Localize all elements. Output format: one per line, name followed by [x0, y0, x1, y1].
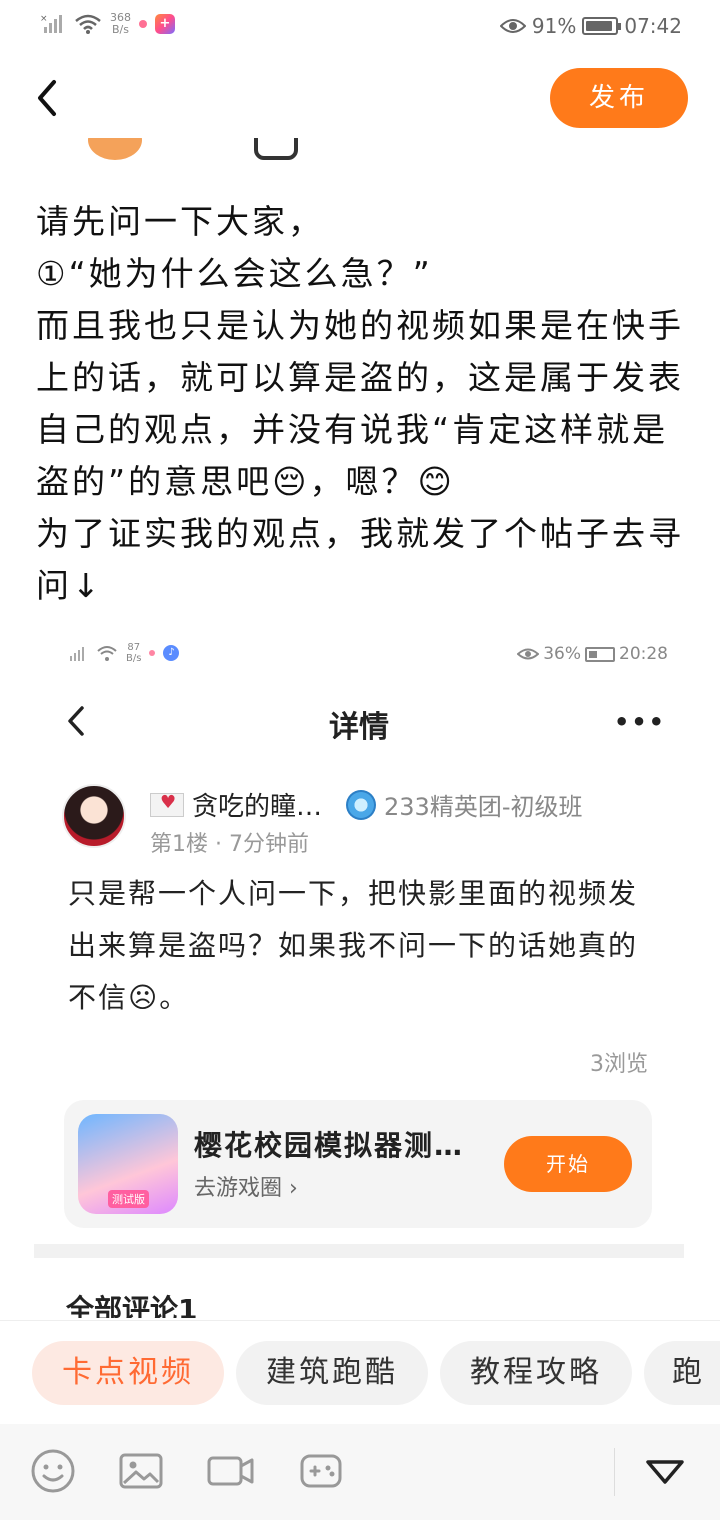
tag-chip[interactable]: 卡点视频 — [32, 1341, 224, 1405]
avatar — [62, 784, 126, 848]
team-label: 233精英团-初级班 — [384, 793, 583, 821]
back-button[interactable] — [30, 76, 70, 120]
cat-sticker-image — [254, 138, 298, 162]
battery-level — [589, 650, 597, 658]
clock: 20:28 — [619, 644, 668, 664]
embedded-status-right: 36% 20:28 — [517, 644, 668, 664]
video-icon[interactable] — [206, 1448, 254, 1494]
post-body[interactable]: 请先问一下大家， ①“她为什么会这么急？” 而且我也只是认为她的视频如果是在快手… — [36, 196, 686, 612]
music-note-icon: ♪ — [163, 645, 180, 661]
signal-icon — [70, 647, 84, 661]
post-line: ①“她为什么会这么急？” — [36, 254, 433, 293]
tag-chip[interactable]: 教程攻略 — [440, 1341, 632, 1405]
embedded-page-title: 详情 — [329, 710, 389, 745]
embedded-status-left: 87 B/s ♪ — [68, 642, 180, 664]
notification-dot-icon — [139, 20, 147, 28]
embedded-screenshot-image[interactable]: 87 B/s ♪ 36% 20:28 详情 ••• 贪吃的瞳… 23 — [34, 628, 684, 1318]
tag-chip[interactable]: 跑 — [644, 1341, 720, 1405]
chevron-left-icon — [38, 80, 56, 116]
status-left: × 368 B/s + — [40, 12, 175, 36]
comments-header: 全部评论1 — [66, 1293, 198, 1318]
battery-percent: 91% — [531, 14, 577, 38]
network-speed: 87 B/s — [126, 642, 142, 664]
post-line: 而且我也只是认为她的视频如果是在快手上的话，就可以算是盗的，这是属于发表自己的观… — [36, 306, 684, 501]
mail-heart-icon — [150, 792, 184, 817]
game-circle-link: 去游戏圈 › — [194, 1176, 298, 1201]
eye-icon — [517, 648, 540, 660]
battery-icon — [585, 646, 615, 662]
clock: 07:42 — [624, 14, 682, 38]
status-bar: × 368 B/s + 91% 07:42 — [0, 0, 720, 56]
embedded-status-bar: 87 B/s ♪ 36% 20:28 — [68, 638, 668, 678]
embedded-post-content: 只是帮一个人问一下，把快影里面的视频发出来算是盗吗？如果我不问一下的话她真的不信… — [68, 877, 639, 1014]
post-line: 为了证实我的观点，我就发了个帖子去寻问↓ — [36, 514, 684, 605]
divider — [34, 1244, 684, 1258]
battery-level — [586, 21, 612, 31]
wifi-icon — [75, 14, 101, 34]
gamepad-icon[interactable] — [298, 1448, 344, 1494]
bottom-toolbar — [0, 1424, 720, 1520]
views-count: 3浏览 — [590, 1052, 648, 1077]
battery-percent: 36% — [543, 644, 581, 664]
svg-text:×: × — [40, 14, 48, 24]
wifi-icon — [97, 646, 117, 661]
game-title: 樱花校园模拟器测… — [194, 1129, 465, 1162]
topic-tags: 卡点视频 建筑跑酷 教程攻略 跑 — [0, 1320, 720, 1424]
toolbar-divider — [614, 1448, 615, 1496]
game-cover-image: 测试版 — [78, 1114, 178, 1214]
status-right: 91% 07:42 — [499, 14, 682, 38]
eye-icon — [499, 19, 526, 33]
emoji-icon[interactable] — [30, 1448, 76, 1494]
signal-icon: × — [40, 14, 62, 33]
app-notification-icon: + — [155, 14, 175, 34]
embedded-user-row: 贪吃的瞳… 233精英团-初级班 — [150, 786, 582, 823]
post-line: 请先问一下大家， — [36, 202, 324, 241]
image-icon[interactable] — [118, 1448, 164, 1494]
network-speed: 368 B/s — [110, 11, 131, 36]
publish-button[interactable]: 发布 — [550, 68, 688, 128]
more-icon: ••• — [614, 708, 667, 736]
monkey-sticker-image — [88, 138, 142, 162]
floor-meta: 第1楼 · 7分钟前 — [150, 832, 309, 857]
game-cover-tag: 测试版 — [108, 1190, 149, 1208]
notification-dot-icon — [149, 650, 156, 656]
start-button: 开始 — [504, 1136, 632, 1192]
battery-icon — [582, 17, 622, 35]
user-name: 贪吃的瞳… — [192, 792, 323, 822]
tag-chip[interactable]: 建筑跑酷 — [236, 1341, 428, 1405]
badge-icon — [346, 789, 377, 820]
collapse-icon[interactable] — [642, 1448, 688, 1494]
game-card: 测试版 樱花校园模拟器测… 去游戏圈 › 开始 — [64, 1100, 652, 1228]
